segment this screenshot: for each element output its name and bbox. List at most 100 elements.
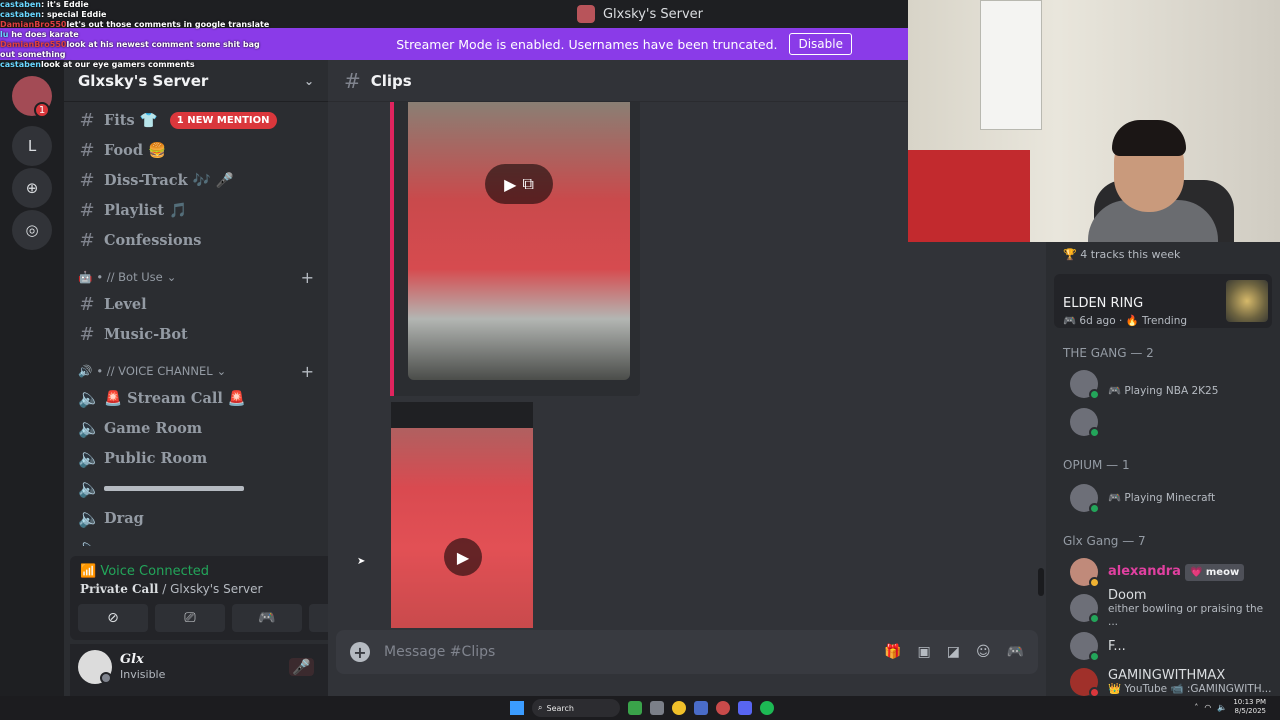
hash-icon: # — [79, 229, 95, 251]
chevron-down-icon: ⌄ — [216, 364, 227, 378]
gamepad-icon[interactable]: 🎮 — [1007, 644, 1024, 660]
activity-meta: 🎮 6d ago · 🔥 Trending — [1063, 315, 1188, 327]
add-channel-icon[interactable]: + — [301, 362, 314, 381]
channel-label: Diss-Track 🎶 🎤 — [104, 171, 234, 189]
channel-food[interactable]: # Food 🍔 — [72, 136, 320, 164]
hash-icon: # — [79, 293, 95, 315]
discord-icon[interactable] — [738, 701, 752, 715]
emoji-icon[interactable]: ☺ — [976, 644, 991, 660]
member-row[interactable]: 🎮 Playing Minecraft — [1054, 480, 1274, 516]
chevron-down-icon: ⌄ — [303, 73, 314, 88]
category-label: • // VOICE CHANNEL — [96, 364, 213, 378]
clock[interactable]: 10:13 PM 8/5/2025 — [1233, 698, 1266, 716]
activity-button[interactable]: 🎮 — [232, 604, 302, 632]
channel-confessions[interactable]: # Confessions — [72, 226, 320, 254]
voice-channel-drag[interactable]: 🔈 Drag — [72, 504, 320, 532]
person-hair — [1112, 120, 1186, 156]
member-row[interactable]: Doom either bowling or praising the ... — [1054, 588, 1274, 628]
speaker-icon: 🔈 — [78, 477, 101, 499]
message-input[interactable] — [384, 644, 871, 660]
banner-text: Streamer Mode is enabled. Usernames have… — [396, 36, 778, 52]
server-icon — [576, 5, 595, 23]
voice-status-text: Voice Connected — [100, 564, 210, 579]
member-row[interactable]: GAMINGWITHMAX 👑 YouTube 📹 :GAMINGWITH... — [1054, 664, 1274, 696]
activity-game: ELDEN RING — [1063, 296, 1144, 311]
username[interactable]: Glx — [120, 652, 144, 667]
member-row[interactable]: F... — [1054, 628, 1274, 664]
server-letter-button[interactable]: L — [12, 126, 52, 166]
disable-button[interactable]: Disable — [789, 33, 852, 55]
chevron-up-icon[interactable]: ˄ — [1194, 703, 1198, 712]
overlay-chat-line: DamianBro550look at his newest comment s… — [0, 40, 260, 50]
discover-button[interactable]: ◎ — [12, 210, 52, 250]
wifi-icon[interactable]: ◠ — [1204, 703, 1211, 712]
search-icon: ⌕ — [538, 703, 543, 712]
overlay-chat-line: castaben: it's Eddie — [0, 0, 260, 10]
voice-connected-status[interactable]: 📶 Voice Connected — [80, 564, 209, 579]
play-button[interactable]: ▶ ⧉ — [485, 164, 553, 204]
member-activity: 🎮 Playing NBA 2K25 — [1108, 385, 1219, 397]
task-view-icon[interactable] — [650, 701, 664, 715]
camera-off-button[interactable]: ⊘ — [78, 604, 148, 632]
taskbar-search[interactable]: ⌕ Search — [532, 699, 620, 717]
app-icon[interactable] — [694, 701, 708, 715]
channel-label: Level — [104, 295, 147, 313]
overlay-chat-user: DamianBro550 — [0, 40, 67, 49]
activity-card[interactable]: ELDEN RING 🎮 6d ago · 🔥 Trending — [1054, 274, 1272, 328]
gif-icon[interactable]: ▣ — [917, 644, 930, 660]
plus-icon: + — [353, 642, 367, 662]
obs-icon[interactable] — [716, 701, 730, 715]
spotify-icon[interactable] — [760, 701, 774, 715]
hash-icon: # — [79, 323, 95, 345]
add-server-button[interactable]: ⊕ — [12, 168, 52, 208]
chrome-icon[interactable] — [672, 701, 686, 715]
gamepad-icon: 🎮 — [258, 610, 276, 626]
member-row[interactable] — [1054, 404, 1274, 440]
red-flag — [908, 150, 1030, 242]
app-icon[interactable] — [628, 701, 642, 715]
robot-icon: 🤖 — [78, 270, 93, 284]
play-button[interactable]: ▶ — [444, 538, 482, 576]
online-dot — [1089, 503, 1100, 514]
screen-share-button[interactable]: ⎚ — [155, 604, 225, 632]
window-title: Glxsky's Server — [602, 6, 704, 22]
voice-channel-redacted[interactable]: 🔈 — [72, 474, 320, 502]
member-name-text: alexandra — [1108, 563, 1181, 579]
redacted-bar — [104, 485, 244, 491]
avatar — [1070, 594, 1100, 624]
member-row[interactable]: alexandra 💗 meow — [1054, 554, 1274, 590]
gift-icon[interactable]: 🎁 — [884, 644, 901, 660]
add-attachment-button[interactable]: + — [350, 642, 370, 662]
voice-channel-stream-call[interactable]: 🔈 🚨 Stream Call 🚨 — [72, 384, 320, 412]
hash-icon: # — [344, 68, 361, 93]
windows-start-icon[interactable] — [510, 701, 524, 715]
category-voice-channel[interactable]: 🔊 • // VOICE CHANNEL ⌄ + — [78, 362, 314, 381]
channel-diss-track[interactable]: # Diss-Track 🎶 🎤 — [72, 166, 320, 194]
voice-channel-redacted[interactable]: 🔈 — [72, 534, 320, 546]
member-row[interactable]: ​🎮 Playing NBA 2K25 — [1054, 366, 1274, 402]
video-thumbnail[interactable]: ▶ — [391, 428, 533, 628]
video-thumbnail[interactable]: ▶ ⧉ — [408, 102, 630, 380]
channel-playlist[interactable]: # Playlist 🎵 — [72, 196, 320, 224]
voice-channel-game-room[interactable]: 🔈 Game Room — [72, 414, 320, 442]
voice-channel-public-room[interactable]: 🔈 Public Room — [72, 444, 320, 472]
mic-muted-icon[interactable]: 🎤 — [289, 658, 314, 676]
hash-icon: # — [79, 169, 95, 191]
redacted-bar — [104, 545, 244, 546]
overlay-chat-text: out something — [0, 50, 66, 59]
channel-header: # Clips — [328, 60, 908, 102]
category-bot-use[interactable]: 🤖 • // Bot Use ⌄ + — [78, 268, 314, 287]
scrollbar[interactable] — [1038, 568, 1044, 596]
channel-level[interactable]: # Level — [72, 290, 320, 318]
avatar — [1070, 632, 1100, 662]
system-tray: ˄ ◠ 🔈 10:13 PM 8/5/2025 — [1194, 698, 1266, 716]
channel-fits[interactable]: # Fits 👕 1 NEW MENTION — [72, 106, 320, 134]
add-channel-icon[interactable]: + — [301, 268, 314, 287]
mention-count-badge: 1 — [34, 102, 50, 118]
channel-music-bot[interactable]: # Music-Bot — [72, 320, 320, 348]
sticker-icon[interactable]: ◪ — [947, 644, 960, 660]
channel-label: Confessions — [104, 231, 202, 249]
tracks-this-week: 🏆 4 tracks this week — [1063, 248, 1180, 261]
new-mention-badge[interactable]: 1 NEW MENTION — [169, 111, 277, 129]
volume-icon[interactable]: 🔈 — [1217, 703, 1227, 712]
